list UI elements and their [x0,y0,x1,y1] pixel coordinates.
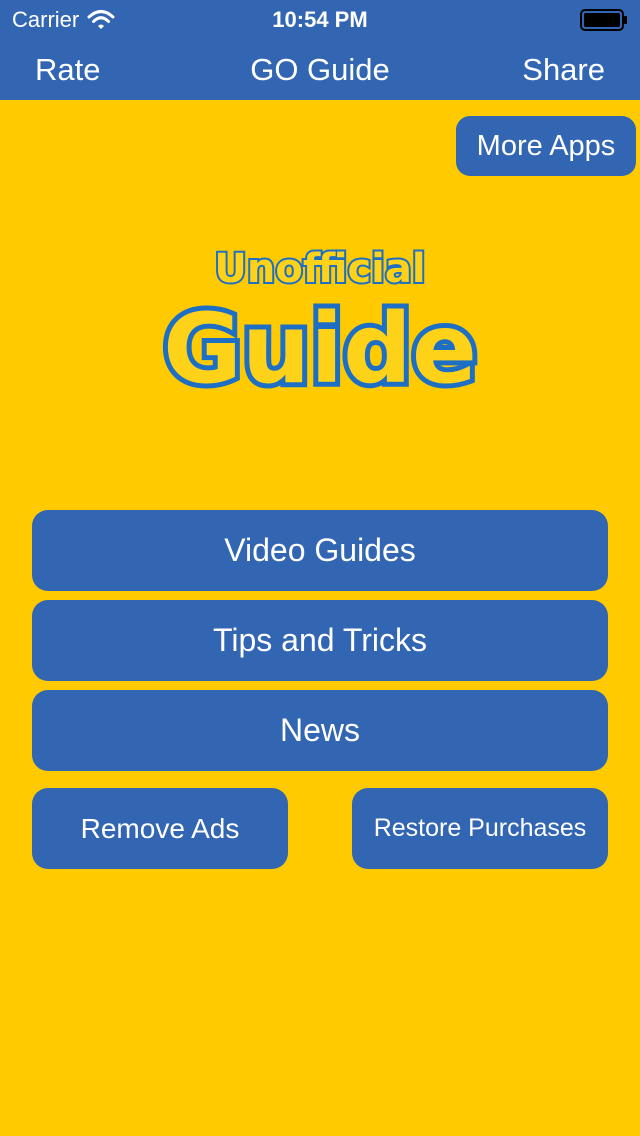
tips-and-tricks-button[interactable]: Tips and Tricks [32,600,608,681]
top-bar: Carrier 10:54 PM Rate GO Guide Share [0,0,640,100]
logo-line-guide: Guide [163,293,477,404]
logo-line-unofficial: Unofficial [214,246,425,292]
share-button[interactable]: Share [522,52,605,88]
battery-icon [580,9,627,31]
app-screen: Carrier 10:54 PM Rate GO Guide Share Mor… [0,0,640,1136]
video-guides-button[interactable]: Video Guides [32,510,608,591]
remove-ads-button[interactable]: Remove Ads [32,788,288,869]
status-bar: Carrier 10:54 PM [0,0,640,40]
restore-purchases-button[interactable]: Restore Purchases [352,788,608,869]
news-button[interactable]: News [32,690,608,771]
status-time: 10:54 PM [272,7,368,32]
nav-bar: Rate GO Guide Share [0,40,640,100]
more-apps-button[interactable]: More Apps [456,116,636,176]
unofficial-guide-logo: Unofficial Guide [158,244,482,404]
